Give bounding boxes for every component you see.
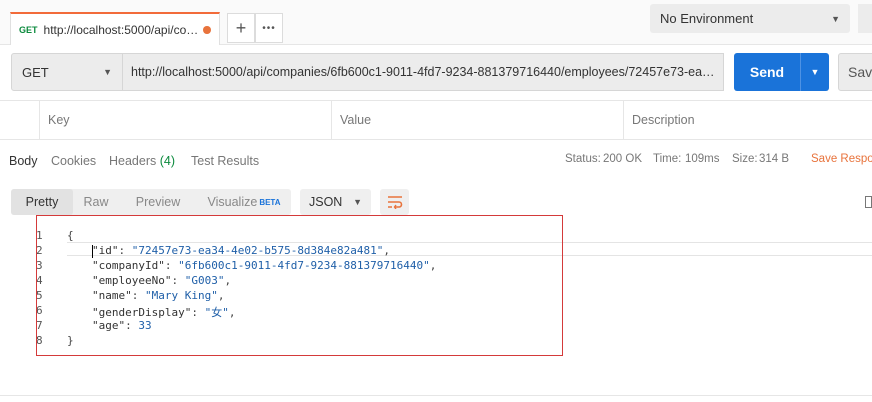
environment-label: No Environment	[660, 11, 754, 26]
tab-headers[interactable]: Headers (4)	[109, 154, 175, 168]
code-line: "employeeNo": "G003",	[92, 274, 232, 287]
json-value: "Mary King"	[145, 289, 218, 302]
code-line: "genderDisplay": "女",	[92, 306, 236, 319]
view-pretty-button[interactable]: Pretty	[11, 189, 73, 215]
copy-icon[interactable]	[865, 196, 872, 208]
code-line: "name": "Mary King",	[92, 289, 225, 302]
params-table-header: Key Value Description	[0, 100, 872, 140]
environment-quick-look-button[interactable]	[858, 4, 872, 33]
json-key: "age"	[92, 319, 126, 332]
json-key: "companyId"	[92, 259, 165, 272]
request-tab[interactable]: GET http://localhost:5000/api/comp...	[10, 12, 220, 45]
line-number: 4	[36, 274, 43, 287]
response-body[interactable]: 1 { 2 "id": "72457e73-ea34-4e02-b575-8d3…	[0, 225, 872, 355]
send-button[interactable]: Send ▼	[734, 53, 829, 91]
tab-headers-label: Headers	[109, 154, 157, 168]
json-key: "name"	[92, 289, 132, 302]
tab-bar: GET http://localhost:5000/api/comp... + …	[0, 0, 872, 45]
line-number: 6	[36, 304, 43, 317]
time-value: 109ms	[685, 153, 720, 165]
json-value: "女"	[204, 306, 229, 319]
json-key: "id"	[92, 244, 119, 257]
more-tabs-button[interactable]: •••	[255, 13, 283, 43]
send-label: Send	[749, 64, 785, 80]
view-visualize-button[interactable]: Visualize BETA	[197, 189, 291, 215]
line-number: 5	[36, 289, 43, 302]
method-select[interactable]: GET ▼	[11, 53, 123, 91]
status-label: Status:	[565, 153, 601, 165]
line-number: 8	[36, 334, 43, 347]
size-label: Size:	[732, 153, 758, 165]
tab-test-results[interactable]: Test Results	[191, 154, 259, 168]
json-separator: ,	[429, 259, 437, 272]
json-key: "genderDisplay"	[92, 306, 192, 319]
url-input[interactable]: http://localhost:5000/api/companies/6fb6…	[123, 53, 724, 91]
view-mode-group: Pretty Raw Preview Visualize BETA	[11, 189, 291, 215]
request-bar: GET ▼ http://localhost:5000/api/companie…	[0, 45, 872, 100]
tab-cookies[interactable]: Cookies	[51, 154, 96, 168]
save-response-button[interactable]: Save Respo	[811, 153, 872, 165]
code-line: "companyId": "6fb600c1-9011-4fd7-9234-88…	[92, 259, 437, 272]
params-description-header: Description	[623, 101, 872, 139]
headers-count-badge: (4)	[159, 154, 176, 168]
json-separator: ,	[224, 274, 232, 287]
json-separator: ,	[228, 306, 236, 319]
visualize-label: Visualize	[207, 195, 258, 209]
line-number: 7	[36, 319, 43, 332]
new-tab-button[interactable]: +	[227, 13, 255, 43]
format-select[interactable]: JSON ▼	[300, 189, 371, 215]
url-text: http://localhost:5000/api/companies/6fb6…	[131, 65, 715, 79]
text-cursor	[92, 245, 93, 258]
bottom-divider	[0, 395, 872, 396]
wrap-lines-button[interactable]	[380, 189, 409, 215]
params-value-header: Value	[331, 101, 623, 139]
json-separator: ,	[217, 289, 225, 302]
format-label: JSON	[309, 195, 343, 209]
save-button[interactable]: Save	[838, 53, 872, 91]
line-number: 2	[36, 244, 43, 257]
send-options-chevron-icon[interactable]: ▼	[801, 67, 829, 77]
line-number: 3	[36, 259, 43, 272]
code-line: }	[67, 334, 74, 347]
code-line: {	[67, 229, 74, 242]
beta-badge: BETA	[259, 197, 281, 207]
tab-title: http://localhost:5000/api/comp...	[43, 22, 200, 37]
json-value: "72457e73-ea34-4e02-b575-8d384e82a481"	[131, 244, 384, 257]
line-number: 1	[36, 229, 43, 242]
code-line: "age": 33	[92, 319, 152, 332]
wrap-lines-icon	[387, 196, 402, 209]
unsaved-dot-icon	[203, 25, 211, 34]
view-preview-button[interactable]: Preview	[121, 189, 195, 215]
status-value: 200 OK	[603, 153, 642, 165]
tab-method-label: GET	[19, 24, 38, 35]
code-line: "id": "72457e73-ea34-4e02-b575-8d384e82a…	[92, 244, 391, 257]
json-value: "6fb600c1-9011-4fd7-9234-881379716440"	[178, 259, 430, 272]
chevron-down-icon: ▼	[353, 197, 362, 207]
method-label: GET	[22, 64, 49, 80]
json-value: 33	[138, 319, 152, 332]
chevron-down-icon: ▼	[103, 67, 112, 77]
json-key: "employeeNo"	[92, 274, 172, 287]
params-key-header: Key	[39, 101, 331, 139]
chevron-down-icon: ▼	[831, 13, 840, 24]
response-tabs: Body Cookies Headers (4) Test Results St…	[0, 148, 872, 176]
tab-body[interactable]: Body	[9, 154, 38, 168]
json-separator: ,	[383, 244, 391, 257]
size-value: 314 B	[759, 153, 790, 165]
json-value: "G003"	[184, 274, 225, 287]
time-label: Time:	[653, 153, 682, 165]
environment-select[interactable]: No Environment ▼	[650, 4, 850, 33]
view-raw-button[interactable]: Raw	[73, 189, 119, 215]
params-checkbox-column	[0, 101, 40, 139]
